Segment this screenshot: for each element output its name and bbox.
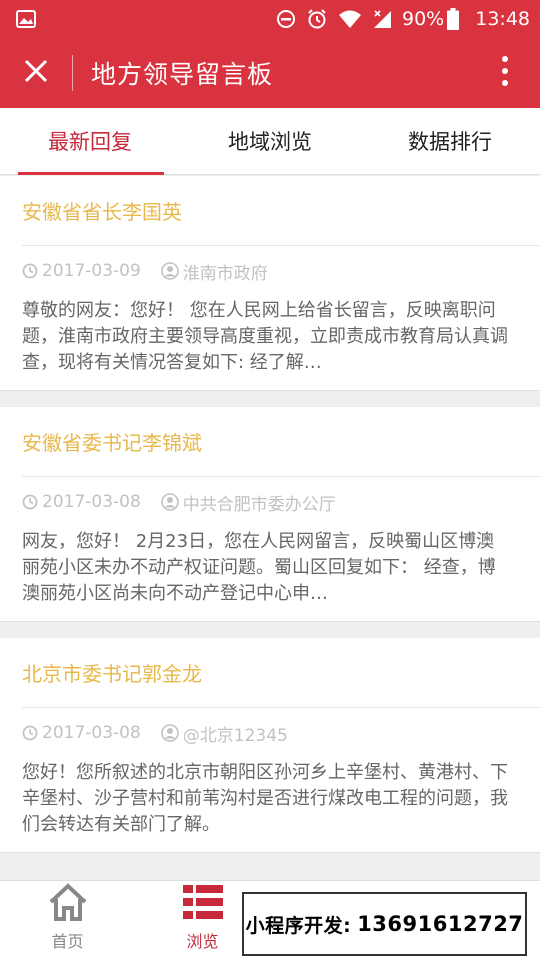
card-body: 尊敬的网友：您好！ 您在人民网上给省长留言，反映离职问题，淮南市政府主要领导高度… xyxy=(22,300,508,373)
bottom-nav-home-label: 首页 xyxy=(51,932,84,951)
more-vertical-icon xyxy=(501,55,509,91)
bottom-nav-home[interactable]: 首页 xyxy=(0,881,135,960)
card-author: @北京12345 xyxy=(182,725,288,746)
card-date: 2017-03-08 xyxy=(42,723,141,743)
alarm-icon xyxy=(306,8,328,30)
clock-time: 13:48 xyxy=(475,8,530,30)
card-title[interactable]: 安徽省省长李国英 xyxy=(22,176,540,246)
contact-label: 小程序开发: xyxy=(245,914,352,937)
card-title[interactable]: 安徽省委书记李锦斌 xyxy=(22,407,540,477)
tab-latest-replies[interactable]: 最新回复 xyxy=(0,108,180,175)
card-meta: 2017-03-09 淮南市政府 xyxy=(22,246,512,296)
card-author: 中共合肥市委办公厅 xyxy=(182,494,336,515)
user-icon xyxy=(160,724,179,742)
page-title: 地方领导留言板 xyxy=(91,60,274,89)
list-item[interactable]: 安徽省省长李国英 2017-03-09 淮南市政府 尊敬的网友：您好！ 您在人民… xyxy=(0,176,540,391)
wifi-icon xyxy=(338,9,362,29)
clock-icon xyxy=(22,725,38,741)
contact-phone: 13691612727 xyxy=(357,912,524,936)
clock-icon xyxy=(22,263,38,279)
tab-data-ranking[interactable]: 数据排行 xyxy=(360,108,540,174)
message-list: 安徽省省长李国英 2017-03-09 淮南市政府 尊敬的网友：您好！ 您在人民… xyxy=(0,176,540,869)
card-title[interactable]: 北京市委书记郭金龙 xyxy=(22,638,540,708)
home-icon xyxy=(47,882,89,928)
close-button[interactable] xyxy=(0,38,72,108)
contact-overlay: 小程序开发: 13691612727 xyxy=(242,892,527,956)
card-meta: 2017-03-08 中共合肥市委办公厅 xyxy=(22,477,512,527)
status-bar: 90% 13:48 xyxy=(0,0,540,38)
battery-icon xyxy=(447,8,460,30)
dnd-icon xyxy=(276,9,296,29)
clock-icon xyxy=(22,494,38,510)
list-item[interactable]: 安徽省委书记李锦斌 2017-03-08 中共合肥市委办公厅 网友，您好！ 2月… xyxy=(0,407,540,622)
more-button[interactable] xyxy=(470,38,540,108)
nav-bar: 地方领导留言板 xyxy=(0,38,540,108)
cell-signal-icon xyxy=(372,9,392,29)
card-date: 2017-03-09 xyxy=(42,261,141,281)
card-body: 您好！您所叙述的北京市朝阳区孙河乡上辛堡村、黄港村、下辛堡村、沙子营村和前苇沟村… xyxy=(22,762,508,835)
close-icon xyxy=(23,58,49,88)
battery-percent: 90% xyxy=(402,8,445,30)
bottom-nav-browse-label: 浏览 xyxy=(186,932,219,951)
tab-bar: 最新回复 地域浏览 数据排行 xyxy=(0,108,540,175)
card-date: 2017-03-08 xyxy=(42,492,141,512)
user-icon xyxy=(160,493,179,511)
card-body: 网友，您好！ 2月23日，您在人民网留言，反映蜀山区博澳丽苑小区未办不动产权证问… xyxy=(22,531,496,604)
list-icon xyxy=(181,882,225,928)
image-notification-icon xyxy=(16,10,36,28)
card-meta: 2017-03-08 @北京12345 xyxy=(22,708,512,758)
list-item[interactable]: 北京市委书记郭金龙 2017-03-08 @北京12345 您好！您所叙述的北京… xyxy=(0,638,540,853)
tab-region-browse[interactable]: 地域浏览 xyxy=(180,108,360,174)
card-author: 淮南市政府 xyxy=(182,263,268,284)
user-icon xyxy=(160,262,179,280)
